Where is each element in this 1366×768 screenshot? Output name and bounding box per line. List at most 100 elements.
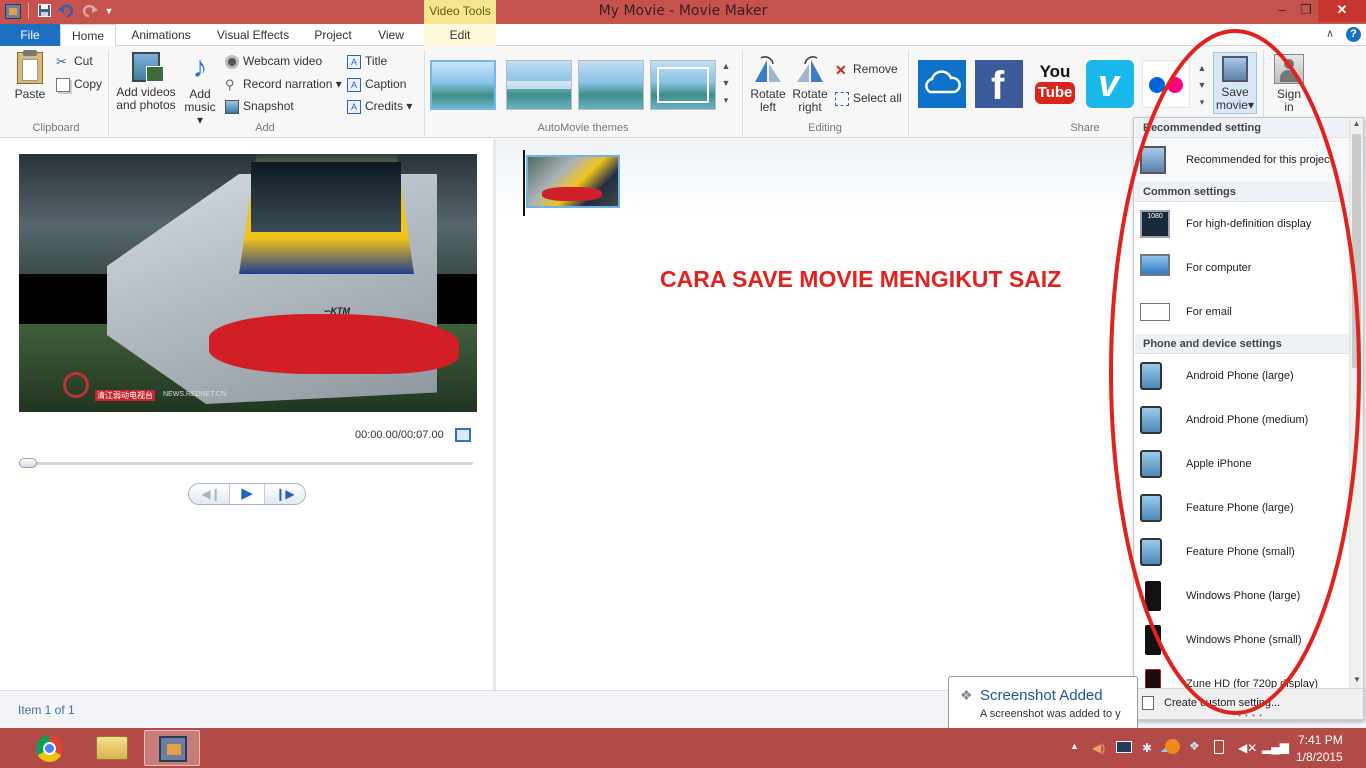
tab-home[interactable]: Home — [60, 24, 116, 47]
chrome-icon — [36, 735, 63, 762]
music-note-icon: ♪ — [192, 51, 208, 84]
rotate-left-button[interactable]: Rotate left — [748, 54, 788, 114]
next-frame-button[interactable]: ❙▶ — [269, 484, 301, 504]
microphone-icon: ⚲ — [225, 76, 235, 92]
storyboard-playhead[interactable] — [523, 150, 525, 216]
rotate-right-label-2: right — [798, 100, 822, 114]
select-all-button[interactable]: Select all — [835, 89, 902, 107]
screenshot-toast[interactable]: ❖ Screenshot Added A screenshot was adde… — [948, 676, 1138, 730]
storyboard-clip-thumbnail[interactable] — [526, 155, 620, 208]
youtube-button[interactable]: You Tube — [1031, 60, 1079, 108]
previous-frame-button[interactable]: ◀❙ — [195, 484, 227, 504]
toast-title: Screenshot Added — [980, 687, 1103, 704]
dropbox-icon: ❖ — [960, 687, 973, 703]
tab-edit[interactable]: Edit — [424, 24, 496, 46]
video-preview[interactable]: ∽KTM 清江弱动电视台 NEWS.REDNET.CN — [19, 154, 477, 412]
pop-out-preview-icon[interactable] — [455, 428, 471, 442]
editing-group-label: Editing — [808, 122, 842, 134]
playback-controls: ◀❙ ▶ ❙▶ — [188, 483, 306, 505]
film-photo-icon — [132, 52, 164, 82]
record-narration-button[interactable]: ⚲ Record narration ▾ — [225, 75, 342, 93]
snapshot-button[interactable]: Snapshot — [225, 97, 294, 115]
credits-icon: A — [347, 99, 361, 114]
clipboard-icon — [17, 50, 43, 84]
taskbar: ▲ ◀) ✱ ☁ ❖ ◀✕ ▂▄▆ 7:41 PM 1/8/2015 — [0, 728, 1366, 768]
annotation-text: CARA SAVE MOVIE MENGIKUT SAIZ — [660, 266, 1062, 292]
credits-button[interactable]: A Credits ▾ — [347, 97, 412, 115]
copy-button[interactable]: Copy — [56, 75, 102, 93]
remove-x-icon: ✕ — [835, 61, 847, 78]
caption-label: Caption — [365, 77, 407, 91]
title-label: Title — [365, 54, 388, 68]
title-button[interactable]: A Title — [347, 52, 387, 70]
add-group-label: Add — [255, 122, 275, 134]
facebook-button[interactable]: f — [975, 60, 1023, 108]
volume-icon[interactable]: ◀) — [1092, 741, 1105, 755]
cloud-icon — [925, 70, 961, 94]
tab-file[interactable]: File — [0, 24, 60, 46]
paste-button[interactable]: Paste — [10, 50, 50, 101]
seek-thumb[interactable] — [19, 458, 37, 468]
copy-icon — [56, 77, 70, 92]
group-separator — [742, 50, 743, 136]
highlight-oval — [1109, 29, 1361, 715]
remove-button[interactable]: ✕ Remove — [835, 60, 898, 78]
youtube-you: You — [1039, 62, 1071, 81]
webcam-video-button[interactable]: Webcam video — [225, 52, 322, 70]
automovie-theme-contemporary[interactable] — [506, 60, 572, 110]
clock-date[interactable]: 1/8/2015 — [1296, 750, 1343, 764]
clock-time[interactable]: 7:41 PM — [1298, 733, 1343, 747]
facebook-f-icon: f — [991, 64, 1005, 108]
clipboard-group-label: Clipboard — [32, 122, 80, 134]
group-separator — [908, 50, 909, 136]
add-music-button[interactable]: ♪ Add music ▾ — [180, 52, 220, 127]
automovie-theme-pan-zoom[interactable] — [650, 60, 716, 110]
caption-icon: A — [347, 77, 361, 92]
cut-button[interactable]: ✂ Cut — [56, 52, 93, 70]
add-videos-and-photos-button[interactable]: Add videos and photos — [114, 52, 178, 112]
item-count: Item 1 of 1 — [18, 703, 75, 717]
tab-view[interactable]: View — [366, 24, 416, 46]
play-button[interactable]: ▶ — [229, 484, 265, 504]
rotate-right-button[interactable]: Rotate right — [790, 54, 830, 114]
seek-bar[interactable] — [19, 462, 473, 465]
scissors-icon: ✂ — [56, 53, 67, 69]
folder-icon — [96, 736, 128, 760]
toast-body: A screenshot was added to y — [980, 708, 1121, 720]
avast-icon[interactable] — [1165, 739, 1180, 754]
tab-project[interactable]: Project — [305, 24, 361, 46]
battery-icon[interactable] — [1214, 740, 1224, 754]
add-videos-label-2: and photos — [116, 98, 176, 112]
select-all-icon — [835, 91, 849, 106]
taskbar-file-explorer-button[interactable] — [84, 730, 140, 766]
dropbox-tray-icon[interactable]: ❖ — [1189, 739, 1200, 753]
group-separator — [108, 50, 109, 136]
taskbar-movie-maker-button[interactable] — [144, 730, 200, 766]
movie-maker-icon — [159, 736, 187, 762]
show-hidden-icons[interactable]: ▲ — [1070, 741, 1079, 751]
taskbar-chrome-button[interactable] — [22, 730, 78, 766]
automovie-themes-group-label: AutoMovie themes — [537, 122, 629, 134]
tab-visual-effects[interactable]: Visual Effects — [206, 24, 300, 46]
title-icon: A — [347, 54, 361, 69]
rotate-right-icon — [793, 54, 827, 84]
select-all-label: Select all — [853, 91, 902, 105]
remove-label: Remove — [853, 62, 898, 76]
credits-label: Credits — [365, 99, 404, 113]
caption-button[interactable]: A Caption — [347, 75, 406, 93]
rotate-left-icon — [751, 54, 785, 84]
mute-icon[interactable]: ◀✕ — [1238, 741, 1257, 755]
automovie-theme-default[interactable] — [430, 60, 496, 110]
rotate-left-label-2: left — [759, 100, 776, 114]
automovie-theme-fade[interactable] — [578, 60, 644, 110]
watermark-chinese-text: 清江弱动电视台 — [95, 390, 155, 401]
bluetooth-icon[interactable]: ✱ — [1142, 741, 1152, 755]
onedrive-button[interactable] — [918, 60, 966, 108]
cut-label: Cut — [74, 54, 93, 68]
themes-scroll-icon[interactable]: ▲ ▼ ▾ — [720, 58, 732, 112]
network-adapter-icon[interactable] — [1116, 741, 1132, 753]
webcam-label: Webcam video — [243, 54, 323, 68]
signal-bars-icon[interactable]: ▂▄▆ — [1262, 740, 1289, 754]
playback-time: 00:00.00/00:07.00 — [355, 429, 444, 441]
tab-animations[interactable]: Animations — [122, 24, 200, 46]
